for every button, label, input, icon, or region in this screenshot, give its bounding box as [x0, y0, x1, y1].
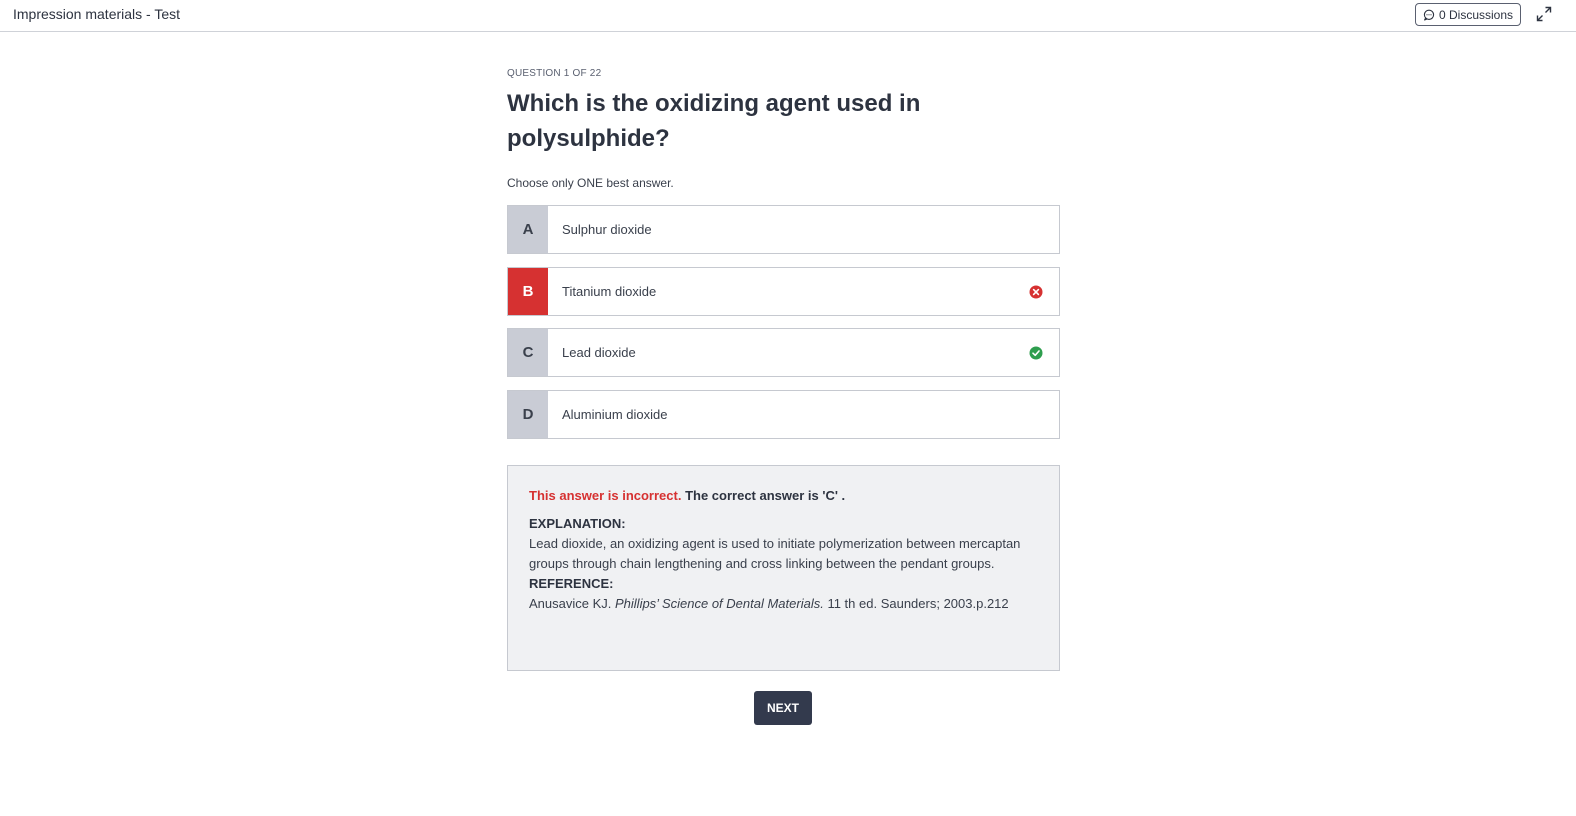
option-letter: D	[508, 391, 548, 438]
option-letter: B	[508, 268, 548, 315]
incorrect-x-icon	[1029, 285, 1043, 299]
option-text: Sulphur dioxide	[562, 222, 652, 237]
reference-author: Anusavice KJ.	[529, 596, 612, 611]
answer-option-c[interactable]: C Lead dioxide	[507, 328, 1060, 377]
question-counter: QUESTION 1 OF 22	[507, 68, 602, 79]
chat-bubble-icon	[1423, 9, 1435, 21]
explanation-heading: EXPLANATION:	[529, 516, 626, 531]
page-title: Impression materials - Test	[13, 6, 181, 22]
feedback-panel: This answer is incorrect. The correct an…	[507, 465, 1060, 671]
option-text: Titanium dioxide	[562, 284, 657, 299]
discussions-label: 0 Discussions	[1438, 7, 1514, 22]
reference-details: 11 th ed. Saunders; 2003.p.212	[827, 596, 1009, 611]
expand-arrows-icon[interactable]	[1536, 6, 1552, 22]
option-text: Aluminium dioxide	[562, 407, 668, 422]
reference-text: Anusavice KJ. Phillips’ Science of Denta…	[529, 594, 1039, 614]
option-text: Lead dioxide	[562, 345, 636, 360]
next-button[interactable]: NEXT	[754, 691, 812, 725]
discussions-button[interactable]: 0 Discussions	[1415, 3, 1521, 26]
answer-option-a[interactable]: A Sulphur dioxide	[507, 205, 1060, 254]
answer-option-d[interactable]: D Aluminium dioxide	[507, 390, 1060, 439]
reference-book-title: Phillips’ Science of Dental Materials.	[615, 596, 824, 611]
question-text: Which is the oxidizing agent used in pol…	[507, 90, 921, 152]
answer-option-b[interactable]: B Titanium dioxide	[507, 267, 1060, 316]
result-line: This answer is incorrect. The correct an…	[529, 487, 1039, 505]
correct-answer-message: The correct answer is 'C' .	[685, 488, 846, 503]
top-bar: Impression materials - Test 0 Discussion…	[0, 0, 1576, 32]
correct-check-icon	[1029, 346, 1043, 360]
incorrect-message: This answer is incorrect.	[529, 488, 682, 503]
explanation-text: Lead dioxide, an oxidizing agent is used…	[529, 536, 1021, 571]
option-letter: A	[508, 206, 548, 253]
answer-instruction: Choose only ONE best answer.	[507, 176, 674, 190]
option-letter: C	[508, 329, 548, 376]
reference-heading: REFERENCE:	[529, 576, 614, 591]
